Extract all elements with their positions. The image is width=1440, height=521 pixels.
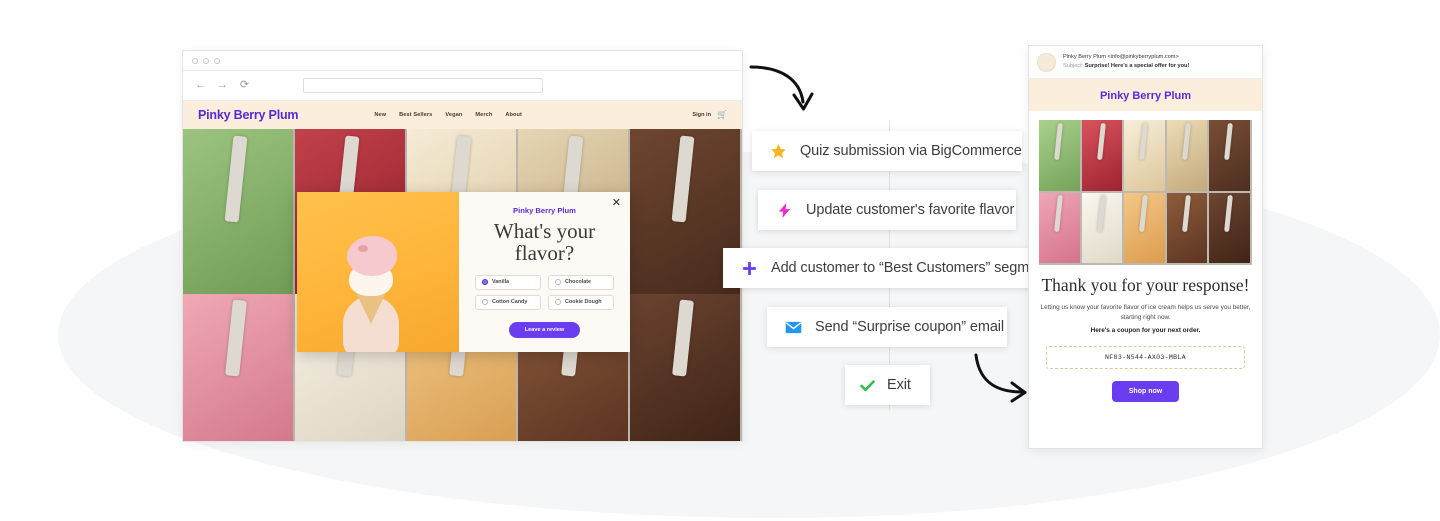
modal-title: What's your flavor? (493, 219, 596, 266)
workflow-step-update-flavor[interactable]: Update customer's favorite flavor (758, 190, 1016, 230)
flavor-options: Vanilla Chocolate Cotton Candy Cookie Do… (475, 274, 614, 310)
address-bar[interactable] (303, 78, 543, 93)
workflow-step-add-to-segment[interactable]: Add customer to “Best Customers” segment (723, 248, 1049, 288)
radio-icon[interactable] (555, 279, 561, 286)
option-cookie-dough[interactable]: Cookie Dough (548, 294, 614, 310)
email-subject-label: Subject: (1063, 62, 1084, 69)
email-brand-bar: Pinky Berry Plum (1029, 79, 1262, 111)
check-icon (860, 379, 875, 391)
nav-item-merch[interactable]: Merch (475, 112, 492, 118)
modal-body: ✕ Pinky Berry Plum What's your flavor? V… (459, 192, 630, 352)
workflow-step-label: Send “Surprise coupon” email (815, 319, 1005, 335)
browser-toolbar: ← → ⟳ (183, 71, 742, 101)
lightning-bolt-icon (778, 202, 791, 218)
site-nav: New Best Sellers Vegan Merch About (374, 112, 522, 118)
email-title: Thank you for your response! (1041, 275, 1250, 295)
email-preview: Pinky Berry Plum <info@pinkyberryplum.co… (1028, 45, 1263, 449)
nav-item-best-sellers[interactable]: Best Sellers (399, 112, 432, 118)
avatar (1037, 53, 1056, 72)
nav-item-about[interactable]: About (505, 112, 522, 118)
email-copy-bold: Here's a coupon for your next order. (1090, 327, 1201, 335)
email-sender: Pinky Berry Plum <info@pinkyberryplum.co… (1063, 54, 1179, 60)
sign-in-link[interactable]: Sign in (692, 112, 711, 118)
option-label: Chocolate (565, 279, 592, 286)
star-icon (771, 143, 786, 158)
close-icon[interactable]: ✕ (612, 198, 621, 209)
window-minimize-dot[interactable] (203, 57, 209, 64)
radio-icon[interactable] (482, 299, 488, 306)
email-body: Thank you for your response! Letting us … (1029, 111, 1262, 448)
site-brand: Pinky Berry Plum (198, 108, 299, 122)
shop-now-button[interactable]: Shop now (1111, 380, 1180, 402)
quiz-popup-modal: ✕ Pinky Berry Plum What's your flavor? V… (297, 192, 630, 352)
option-label: Vanilla (492, 279, 510, 286)
window-close-dot[interactable] (192, 57, 198, 64)
workflow-step-label: Add customer to “Best Customers” segment (771, 260, 1050, 276)
reload-icon[interactable]: ⟳ (239, 80, 250, 91)
site-header: Pinky Berry Plum New Best Sellers Vegan … (183, 101, 742, 129)
site-header-actions: Sign in 🛒 (692, 111, 727, 119)
back-icon[interactable]: ← (195, 80, 206, 91)
modal-illustration (297, 192, 459, 352)
pink-scoop-shape (347, 236, 397, 276)
arrow-to-workflow-icon (749, 65, 814, 111)
email-subject-row: Subject: Surprise! Here's a special offe… (1063, 62, 1189, 71)
option-vanilla[interactable]: Vanilla (475, 274, 541, 290)
email-hero-image (1039, 120, 1252, 265)
workflow-step-exit[interactable]: Exit (845, 365, 930, 405)
modal-brand: Pinky Berry Plum (513, 206, 576, 215)
radio-icon[interactable] (482, 279, 488, 286)
canvas: ← → ⟳ Pinky Berry Plum New Best Sellers … (0, 0, 1440, 521)
leave-a-review-button[interactable]: Leave a review (508, 321, 581, 338)
email-copy-text: Letting us know your favorite flavor of … (1040, 304, 1251, 321)
cart-icon[interactable]: 🛒 (717, 111, 727, 119)
workflow-step-send-email[interactable]: Send “Surprise coupon” email (767, 307, 1007, 347)
envelope-icon (785, 321, 802, 333)
option-chocolate[interactable]: Chocolate (548, 274, 614, 290)
workflow-step-label: Exit (887, 377, 911, 393)
email-brand: Pinky Berry Plum (1099, 90, 1192, 102)
workflow-step-quiz-submission[interactable]: Quiz submission via BigCommerce (752, 131, 1022, 171)
workflow-step-label: Update customer's favorite flavor (806, 202, 1015, 218)
window-maximize-dot[interactable] (214, 57, 220, 64)
nav-item-vegan[interactable]: Vegan (445, 112, 462, 118)
option-cotton-candy[interactable]: Cotton Candy (475, 294, 541, 310)
plus-icon (743, 261, 756, 275)
email-header: Pinky Berry Plum <info@pinkyberryplum.co… (1029, 46, 1262, 79)
workflow-step-label: Quiz submission via BigCommerce (800, 143, 1022, 159)
arrow-to-email-icon (974, 353, 1027, 403)
nav-item-new[interactable]: New (374, 112, 386, 118)
email-subject: Surprise! Here's a special offer for you… (1084, 62, 1190, 69)
browser-titlebar (183, 51, 742, 71)
email-copy: Letting us know your favorite flavor of … (1039, 303, 1252, 335)
option-label: Cotton Candy (492, 299, 528, 306)
forward-icon[interactable]: → (217, 80, 228, 91)
coupon-code[interactable]: NF83-N544-AX03-MBLA (1046, 345, 1245, 369)
option-label: Cookie Dough (565, 299, 602, 306)
radio-icon[interactable] (555, 299, 561, 306)
